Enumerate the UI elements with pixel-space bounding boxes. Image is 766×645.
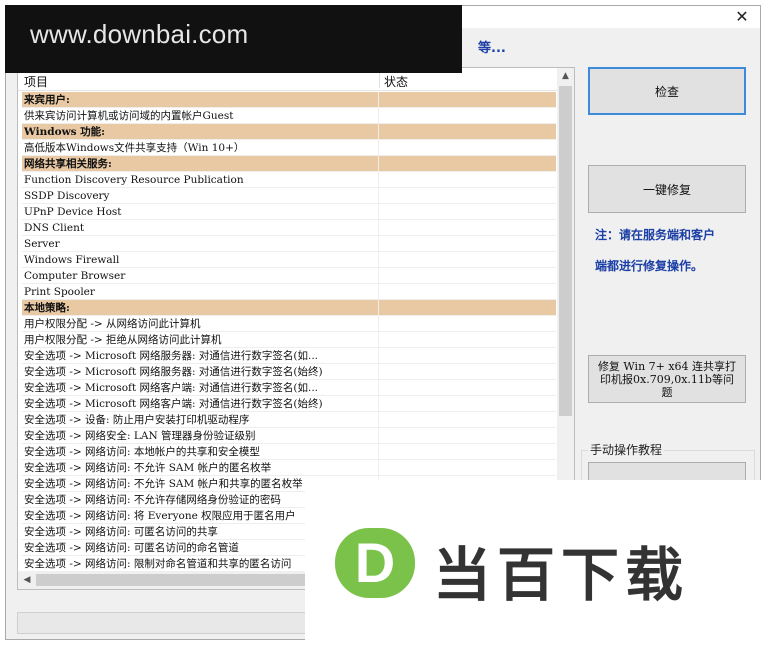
hscroll-thumb[interactable] xyxy=(36,574,336,586)
note-line-1: 注：请在服务端和客户 xyxy=(595,228,716,242)
item-cell: Function Discovery Resource Publication xyxy=(24,174,244,186)
heading-partial: 等... xyxy=(478,41,506,56)
column-header-status[interactable]: 状态 xyxy=(384,73,408,90)
item-cell: SSDP Discovery xyxy=(24,190,110,202)
status-cell xyxy=(378,300,556,315)
item-cell: Windows Firewall xyxy=(24,254,120,266)
check-button[interactable]: 检查 xyxy=(588,67,746,115)
table-row[interactable]: 安全选项 -> Microsoft 网络客户端: 对通信进行数字签名(始终) xyxy=(22,396,556,412)
table-row[interactable]: Windows Firewall xyxy=(22,252,556,268)
table-row[interactable]: 安全选项 -> Microsoft 网络客户端: 对通信进行数字签名(如... xyxy=(22,380,556,396)
status-cell xyxy=(378,316,556,331)
section-row[interactable]: 来宾用户: xyxy=(22,92,556,108)
table-row[interactable]: Function Discovery Resource Publication xyxy=(22,172,556,188)
section-row[interactable]: 网络共享相关服务: xyxy=(22,156,556,172)
table-row[interactable]: DNS Client xyxy=(22,220,556,236)
status-cell xyxy=(378,236,556,251)
item-cell: 安全选项 -> 网络安全: LAN 管理器身份验证级别 xyxy=(24,430,256,442)
table-row[interactable]: Server xyxy=(22,236,556,252)
status-cell xyxy=(378,204,556,219)
table-row[interactable]: 安全选项 -> Microsoft 网络服务器: 对通信进行数字签名(如... xyxy=(22,348,556,364)
status-cell xyxy=(378,252,556,267)
column-header-item[interactable]: 项目 xyxy=(24,73,48,90)
table-row[interactable]: 安全选项 -> 设备: 防止用户安装打印机驱动程序 xyxy=(22,412,556,428)
table-row[interactable]: Computer Browser xyxy=(22,268,556,284)
item-cell: 来宾用户: xyxy=(24,94,70,106)
status-cell xyxy=(378,428,556,443)
table-row[interactable]: Print Spooler xyxy=(22,284,556,300)
table-row[interactable]: 安全选项 -> 网络安全: LAN 管理器身份验证级别 xyxy=(22,428,556,444)
status-cell xyxy=(378,124,556,139)
item-cell: 安全选项 -> 设备: 防止用户安装打印机驱动程序 xyxy=(24,414,250,426)
site-watermark: www.downbai.com xyxy=(5,5,462,73)
item-cell: 本地策略: xyxy=(24,302,70,314)
status-cell xyxy=(378,396,556,411)
status-cell xyxy=(378,332,556,347)
item-cell: 安全选项 -> Microsoft 网络客户端: 对通信进行数字签名(如... xyxy=(24,382,318,394)
item-cell: 网络共享相关服务: xyxy=(24,158,112,170)
table-row[interactable]: 供来宾访问计算机或访问域的内置帐户Guest xyxy=(22,108,556,124)
scroll-up-icon[interactable]: ▲ xyxy=(557,68,574,84)
table-row[interactable]: 用户权限分配 -> 从网络访问此计算机 xyxy=(22,316,556,332)
table-row[interactable]: 高低版本Windows文件共享支持（Win 10+） xyxy=(22,140,556,156)
item-cell: 供来宾访问计算机或访问域的内置帐户Guest xyxy=(24,110,234,122)
item-cell: 安全选项 -> 网络访问: 本地帐户的共享和安全模型 xyxy=(24,446,260,458)
status-cell xyxy=(378,364,556,379)
status-cell xyxy=(378,156,556,171)
status-cell xyxy=(378,220,556,235)
status-cell xyxy=(378,284,556,299)
section-row[interactable]: Windows 功能: xyxy=(22,124,556,140)
item-cell: UPnP Device Host xyxy=(24,206,122,218)
status-cell xyxy=(378,412,556,427)
table-row[interactable]: SSDP Discovery xyxy=(22,188,556,204)
close-icon[interactable]: ✕ xyxy=(732,6,752,28)
table-row[interactable]: 安全选项 -> 网络访问: 不允许 SAM 帐户的匿名枚举 xyxy=(22,460,556,476)
status-cell xyxy=(378,268,556,283)
brand-name: 当百下载 xyxy=(433,541,690,609)
item-cell: 安全选项 -> Microsoft 网络服务器: 对通信进行数字签名(始终) xyxy=(24,366,323,378)
note-line-2: 端都进行修复操作。 xyxy=(595,259,704,273)
status-cell xyxy=(378,188,556,203)
item-cell: 安全选项 -> 网络访问: 不允许 SAM 帐户的匿名枚举 xyxy=(24,462,272,474)
item-cell: 安全选项 -> Microsoft 网络服务器: 对通信进行数字签名(如... xyxy=(24,350,318,362)
item-cell: Windows 功能: xyxy=(24,126,106,138)
printer-fix-button[interactable]: 修复 Win 7+ x64 连共享打印机报0x.709,0x.11b等问题 xyxy=(588,355,746,403)
status-cell xyxy=(378,172,556,187)
status-cell xyxy=(378,140,556,155)
site-watermark-text: www.downbai.com xyxy=(30,19,249,49)
fix-all-button[interactable]: 一键修复 xyxy=(588,165,746,213)
status-cell xyxy=(378,348,556,363)
item-cell: 用户权限分配 -> 拒绝从网络访问此计算机 xyxy=(24,334,222,346)
table-row[interactable]: 用户权限分配 -> 拒绝从网络访问此计算机 xyxy=(22,332,556,348)
status-cell xyxy=(378,380,556,395)
item-cell: Computer Browser xyxy=(24,270,126,282)
status-cell xyxy=(378,444,556,459)
item-cell: 高低版本Windows文件共享支持（Win 10+） xyxy=(24,142,245,154)
status-cell xyxy=(378,92,556,107)
item-cell: Server xyxy=(24,238,60,250)
table-row[interactable]: UPnP Device Host xyxy=(22,204,556,220)
status-cell xyxy=(378,108,556,123)
section-row[interactable]: 本地策略: xyxy=(22,300,556,316)
scroll-left-icon[interactable]: ◀ xyxy=(20,571,34,589)
scroll-thumb[interactable] xyxy=(559,86,572,416)
item-cell: DNS Client xyxy=(24,222,85,234)
status-cell xyxy=(378,460,556,475)
item-cell: 用户权限分配 -> 从网络访问此计算机 xyxy=(24,318,201,330)
logo-badge-icon: D xyxy=(335,528,415,598)
status-bar xyxy=(17,612,317,634)
item-cell: 安全选项 -> Microsoft 网络客户端: 对通信进行数字签名(始终) xyxy=(24,398,323,410)
table-row[interactable]: 安全选项 -> Microsoft 网络服务器: 对通信进行数字签名(始终) xyxy=(22,364,556,380)
manual-tutorial-label: 手动操作教程 xyxy=(588,441,665,458)
brand-logo: D 当百下载 xyxy=(305,480,766,645)
item-cell: Print Spooler xyxy=(24,286,95,298)
table-row[interactable]: 安全选项 -> 网络访问: 本地帐户的共享和安全模型 xyxy=(22,444,556,460)
